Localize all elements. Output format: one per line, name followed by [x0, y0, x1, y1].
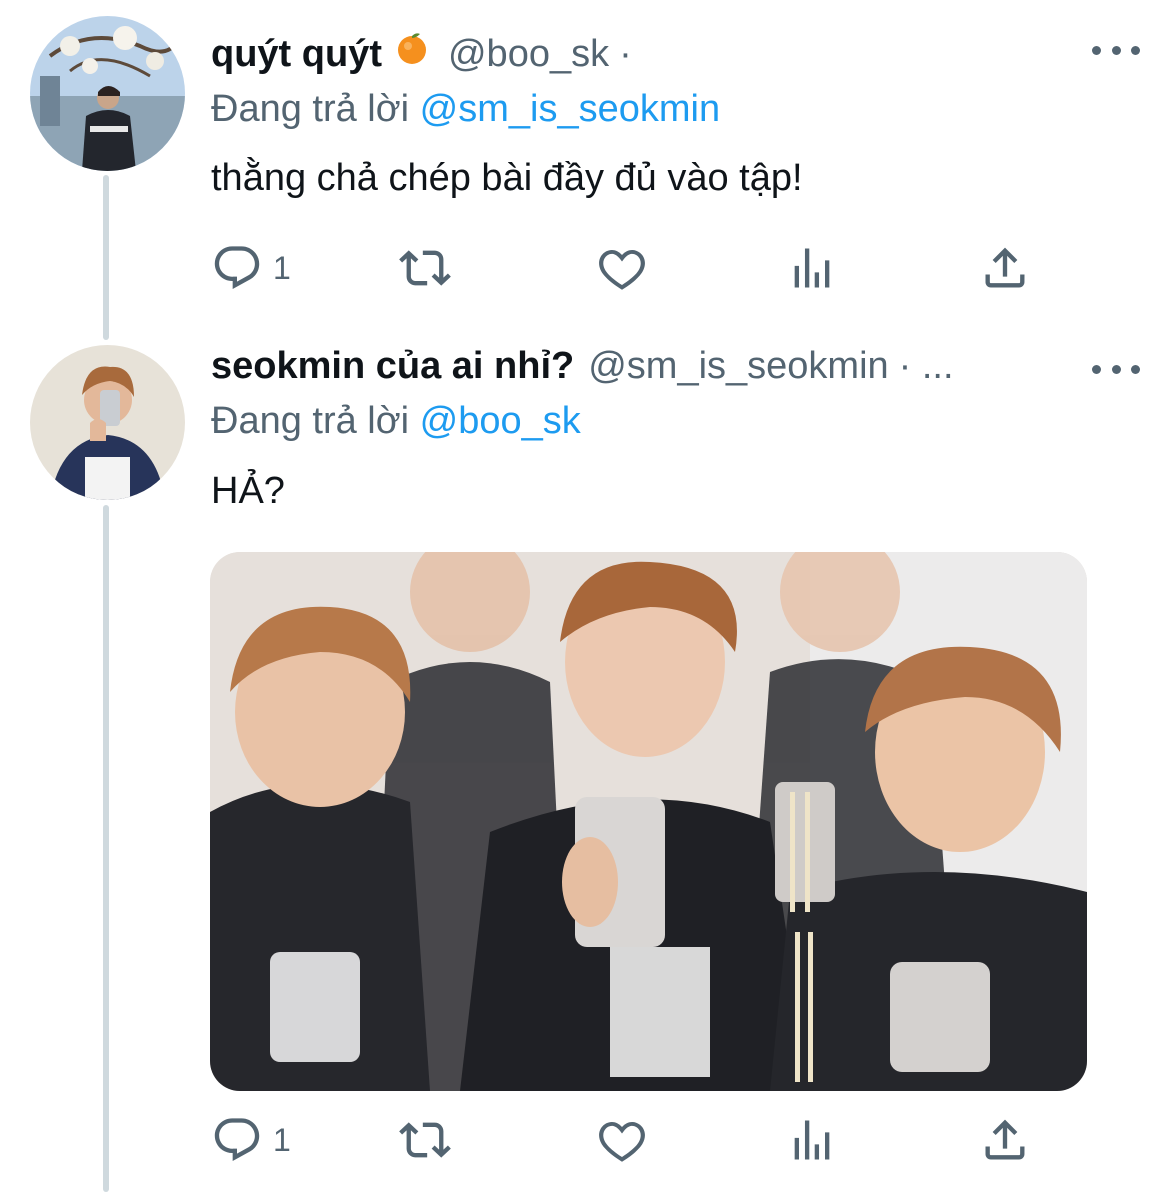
- retweet-icon: [399, 250, 451, 286]
- display-name[interactable]: quýt quýt: [211, 33, 382, 76]
- views-icon: [794, 1120, 830, 1160]
- reply-context: Đang trả lời @boo_sk: [211, 400, 581, 443]
- retweet-button[interactable]: [399, 238, 451, 298]
- tweet-text: HẢ?: [211, 470, 285, 512]
- reply-icon: [214, 1118, 260, 1162]
- handle[interactable]: @sm_is_seokmin: [588, 345, 888, 388]
- like-button[interactable]: [596, 1110, 648, 1170]
- share-icon: [985, 1119, 1025, 1160]
- tweet-actions: 1: [211, 1110, 1041, 1170]
- separator: · ...: [898, 345, 954, 387]
- reply-button[interactable]: 1: [211, 1110, 291, 1170]
- like-icon: [599, 249, 645, 290]
- reply-context: Đang trả lời @sm_is_seokmin: [211, 88, 720, 131]
- reply-prefix: Đang trả lời: [211, 88, 410, 130]
- reply-icon: [214, 246, 260, 290]
- reply-button[interactable]: 1: [211, 238, 291, 298]
- tweet-header: seokmin của ai nhỉ? @sm_is_seokmin · ...: [211, 345, 954, 388]
- retweet-icon: [399, 1122, 451, 1158]
- display-name[interactable]: seokmin của ai nhỉ?: [211, 345, 574, 388]
- share-icon: [985, 247, 1025, 288]
- retweet-button[interactable]: [399, 1110, 451, 1170]
- more-icon[interactable]: [1092, 38, 1140, 62]
- reply-count: 1: [273, 249, 291, 286]
- reply-count: 1: [273, 1121, 291, 1158]
- tweet-text: thằng chả chép bài đầy đủ vào tập!: [211, 157, 803, 199]
- reply-prefix: Đang trả lời: [211, 400, 410, 442]
- like-icon: [599, 1121, 645, 1162]
- views-icon: [794, 248, 830, 288]
- tweet-actions: 1: [211, 238, 1041, 298]
- share-button[interactable]: [979, 238, 1031, 298]
- reply-mention-link[interactable]: @sm_is_seokmin: [420, 88, 720, 130]
- like-button[interactable]: [596, 238, 648, 298]
- avatar[interactable]: [30, 16, 185, 171]
- tweet-header: quýt quýt @boo_sk ·: [211, 30, 632, 76]
- handle[interactable]: @boo_sk: [448, 33, 609, 76]
- thread-line: [103, 175, 109, 340]
- more-icon[interactable]: [1092, 357, 1140, 381]
- separator: ·: [619, 33, 632, 75]
- views-button[interactable]: [786, 238, 838, 298]
- reply-mention-link[interactable]: @boo_sk: [420, 400, 581, 442]
- thread-line: [103, 505, 109, 1192]
- views-button[interactable]: [786, 1110, 838, 1170]
- share-button[interactable]: [979, 1110, 1031, 1170]
- avatar[interactable]: [30, 345, 185, 500]
- tweet-media-image[interactable]: [210, 552, 1087, 1091]
- tangerine-emoji: [394, 30, 430, 66]
